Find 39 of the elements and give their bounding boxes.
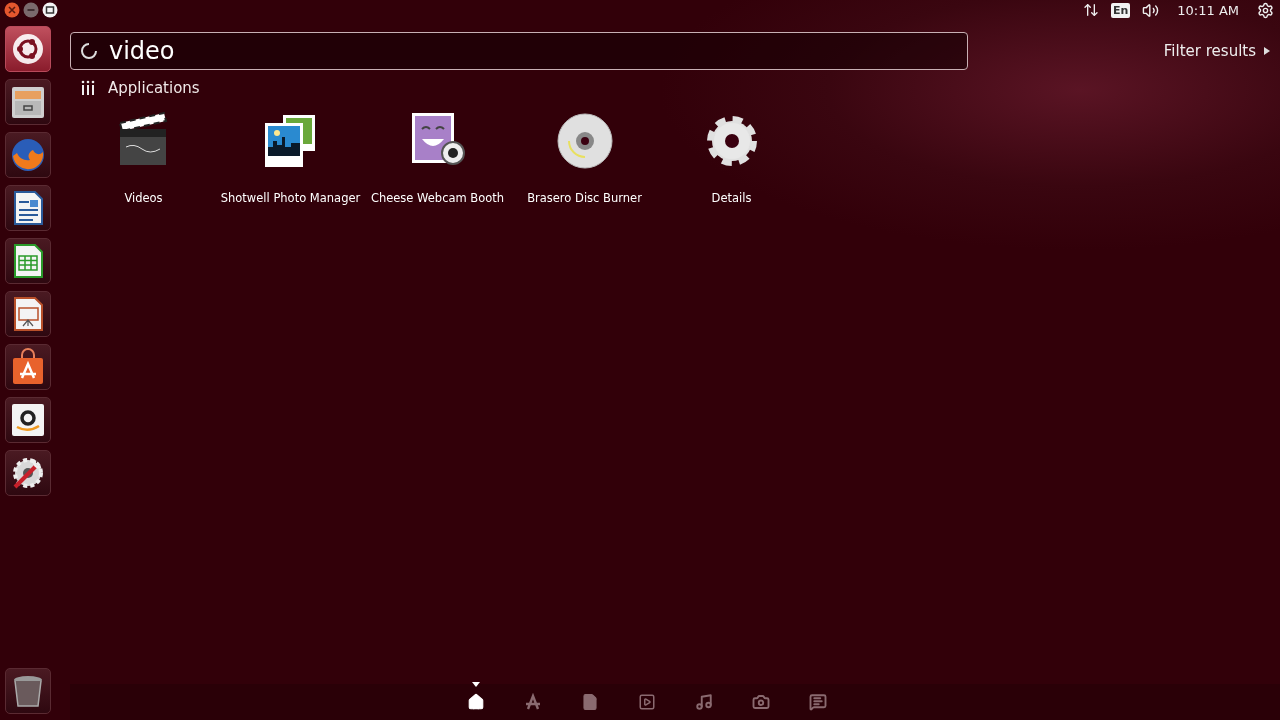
- launcher-item[interactable]: [5, 344, 51, 390]
- launcher-item[interactable]: [5, 26, 51, 72]
- spinner-icon: [80, 42, 98, 60]
- video-icon: [638, 693, 656, 711]
- music-note-icon: [695, 693, 713, 711]
- filter-results-button[interactable]: Filter results: [1163, 42, 1270, 60]
- clock[interactable]: 10:11 AM: [1177, 2, 1239, 18]
- file-icon: [581, 693, 599, 711]
- maximize-window-icon[interactable]: [42, 2, 58, 18]
- close-window-icon[interactable]: [4, 2, 20, 18]
- volume-icon[interactable]: [1142, 1, 1160, 19]
- app-result[interactable]: Cheese Webcam Booth: [364, 111, 511, 206]
- launcher-item[interactable]: [5, 291, 51, 337]
- category-title: Applications: [108, 79, 200, 97]
- speech-bubble-icon: [809, 693, 827, 711]
- app-result[interactable]: Brasero Disc Burner: [511, 111, 658, 206]
- launcher-item[interactable]: [5, 132, 51, 178]
- fox-globe-icon: [9, 136, 47, 174]
- launcher-item[interactable]: [5, 668, 51, 714]
- disc-icon: [554, 111, 615, 171]
- home-icon: [467, 693, 485, 711]
- app-result[interactable]: Details: [658, 111, 805, 206]
- launcher-item[interactable]: [5, 185, 51, 231]
- applications-icon: [524, 693, 542, 711]
- camera-icon: [752, 693, 770, 711]
- launcher-item[interactable]: [5, 397, 51, 443]
- settings-icon[interactable]: [1257, 1, 1274, 19]
- launcher-item[interactable]: [5, 450, 51, 496]
- caret-icon: [1264, 47, 1270, 55]
- network-arrows-icon[interactable]: [1082, 2, 1099, 18]
- launcher-item[interactable]: [5, 238, 51, 284]
- minimize-window-icon[interactable]: [23, 2, 39, 18]
- selected-marker-icon: [472, 682, 480, 687]
- search-field[interactable]: video: [70, 32, 968, 70]
- app-result[interactable]: Shotwell Photo Manager: [217, 111, 364, 206]
- launcher-item[interactable]: [5, 79, 51, 125]
- applications-category-icon: [80, 80, 96, 96]
- app-result[interactable]: Videos: [70, 111, 217, 206]
- keyboard-layout-indicator[interactable]: En: [1110, 2, 1131, 18]
